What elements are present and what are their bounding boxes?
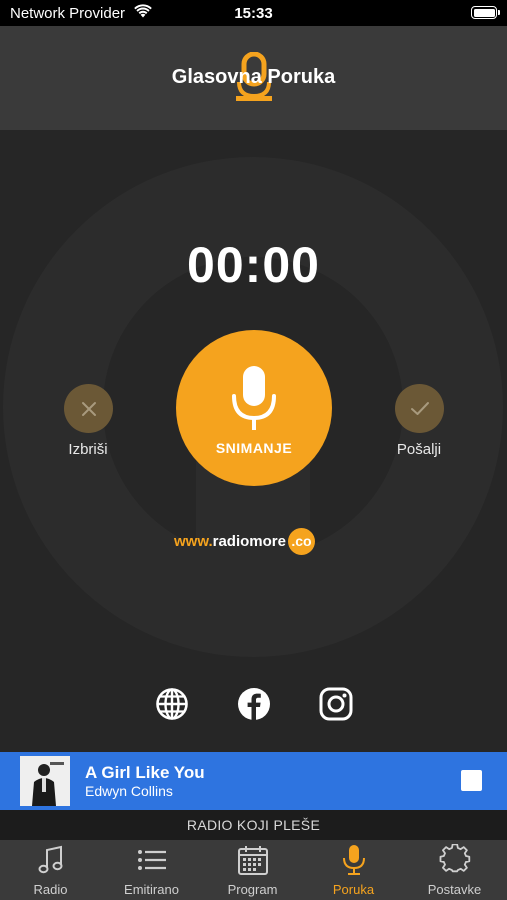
stop-button[interactable]	[461, 770, 482, 791]
brand-tld: .co	[287, 527, 315, 555]
instagram-icon[interactable]	[319, 687, 353, 721]
record-button[interactable]: SNIMANJE	[176, 330, 332, 486]
clock: 15:33	[234, 5, 273, 22]
microphone-icon	[343, 845, 365, 875]
tab-bar: Radio Emitirano Program Poruka Postavke	[0, 840, 507, 900]
album-cover	[20, 756, 70, 806]
music-note-icon	[38, 845, 63, 874]
tab-label: Program	[227, 882, 278, 897]
tab-label: Postavke	[427, 882, 482, 897]
now-playing-bar[interactable]: A Girl Like You Edwyn Collins	[0, 752, 507, 810]
tab-label: Emitirano	[124, 882, 179, 897]
tab-radio[interactable]: Radio	[0, 840, 101, 900]
microphone-icon	[232, 366, 276, 430]
close-icon	[81, 401, 96, 416]
track-title: A Girl Like You	[85, 763, 205, 782]
status-bar: Network Provider 15:33	[0, 0, 507, 26]
brand-name: radiomore	[212, 532, 286, 550]
recording-timer: 00:00	[187, 237, 320, 293]
header: Glasovna Poruka	[0, 26, 507, 130]
page-title: Glasovna Poruka	[171, 66, 336, 88]
facebook-icon[interactable]	[237, 687, 271, 721]
delete-button[interactable]	[64, 384, 113, 433]
list-icon	[138, 850, 166, 870]
globe-icon[interactable]	[155, 687, 189, 721]
recorder-panel: 00:00 Izbriši SNIMANJE Pošalji www. radi…	[0, 130, 507, 752]
brand-www: www.	[174, 532, 213, 550]
tab-postavke[interactable]: Postavke	[404, 840, 505, 900]
battery-icon	[471, 6, 500, 19]
slogan-bar: RADIO KOJI PLEŠE	[0, 810, 507, 840]
record-label: SNIMANJE	[215, 440, 293, 456]
tab-label: Radio	[33, 882, 68, 897]
brand-logo: www. radiomore .co	[174, 527, 315, 555]
slogan-text: RADIO KOJI PLEŠE	[186, 817, 321, 833]
send-button[interactable]	[395, 384, 444, 433]
tab-program[interactable]: Program	[202, 840, 303, 900]
gear-icon	[439, 844, 471, 873]
tab-emitirano[interactable]: Emitirano	[101, 840, 202, 900]
calendar-icon	[238, 846, 268, 875]
send-label: Pošalji	[396, 441, 442, 458]
tab-label: Poruka	[332, 882, 375, 897]
delete-label: Izbriši	[68, 441, 108, 458]
track-artist: Edwyn Collins	[85, 783, 173, 799]
checkmark-icon	[410, 401, 429, 415]
tab-poruka[interactable]: Poruka	[303, 840, 404, 900]
